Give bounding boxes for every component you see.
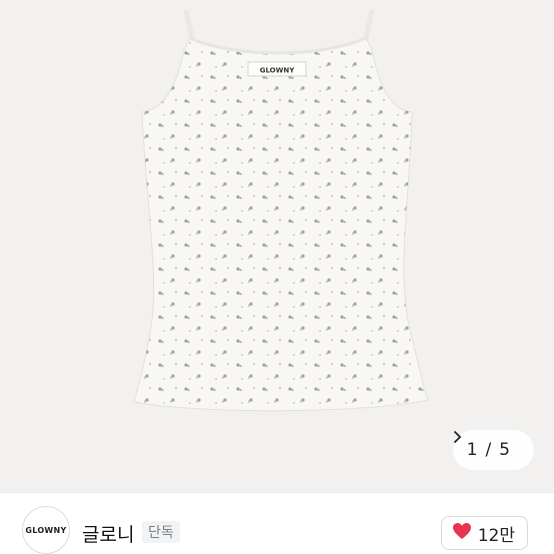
product-image[interactable]: GLOWNY 1 / 5 (0, 0, 554, 492)
shirt-label-text: GLOWNY (260, 67, 295, 75)
camisole-photo: GLOWNY (133, 9, 429, 412)
like-button[interactable]: 12만 (440, 516, 528, 550)
exclusive-badge: 단독 (142, 521, 180, 543)
image-total: 5 (499, 440, 510, 460)
brand-name[interactable]: 글로니 (82, 520, 134, 547)
like-count: 12만 (477, 525, 515, 546)
brand-logo-text: GLOWNY (25, 525, 67, 535)
image-index: 1 (466, 440, 478, 460)
brand-logo[interactable]: GLOWNY (22, 506, 70, 554)
image-counter-separator: / (485, 440, 492, 460)
image-counter[interactable]: 1 / 5 (452, 430, 534, 470)
brand-bar: GLOWNY 글로니 단독 12만 (0, 493, 554, 554)
floral-print (134, 38, 428, 411)
heart-icon (452, 522, 472, 544)
